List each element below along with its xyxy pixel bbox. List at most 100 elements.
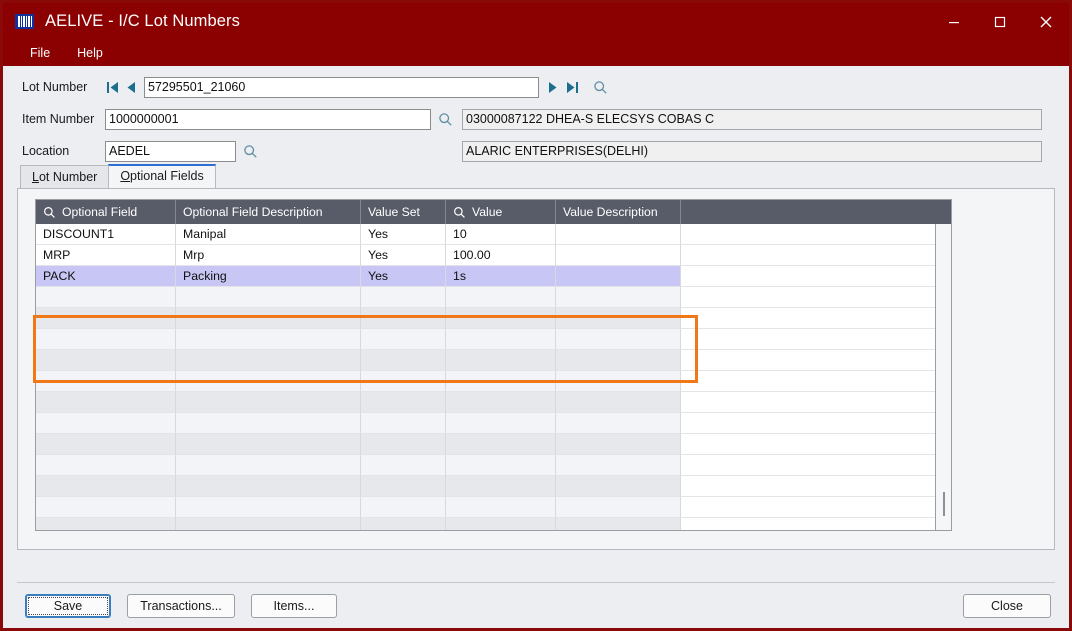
grid-cell-optional-field[interactable]	[36, 476, 176, 497]
grid-cell-value-set[interactable]	[361, 434, 446, 455]
grid-header-value-set[interactable]: Value Set	[361, 200, 446, 224]
lot-number-finder-magnifier-icon[interactable]	[593, 80, 608, 95]
grid-cell-value-description[interactable]	[556, 455, 681, 476]
table-row-empty[interactable]	[36, 455, 951, 476]
grid-cell-value[interactable]	[446, 497, 556, 518]
close-button[interactable]: Close	[963, 594, 1051, 618]
maximize-icon[interactable]	[977, 3, 1023, 40]
grid-header-optional-field-description[interactable]: Optional Field Description	[176, 200, 361, 224]
grid-cell-value[interactable]	[446, 308, 556, 329]
menu-item-file[interactable]: File	[19, 44, 61, 62]
grid-cell-description[interactable]: Manipal	[176, 224, 361, 245]
grid-cell-optional-field[interactable]	[36, 455, 176, 476]
close-icon[interactable]	[1023, 3, 1069, 40]
nav-first-icon[interactable]	[107, 81, 119, 94]
grid-cell-value[interactable]: 100.00	[446, 245, 556, 266]
grid-cell-value-set[interactable]	[361, 497, 446, 518]
grid-cell-description[interactable]	[176, 413, 361, 434]
grid-cell-value[interactable]	[446, 350, 556, 371]
save-button[interactable]: Save	[25, 594, 111, 618]
grid-cell-value-description[interactable]	[556, 476, 681, 497]
grid-cell-optional-field[interactable]	[36, 371, 176, 392]
grid-cell-optional-field[interactable]	[36, 287, 176, 308]
nav-previous-icon[interactable]	[126, 81, 136, 94]
grid-cell-description[interactable]	[176, 287, 361, 308]
grid-cell-description[interactable]	[176, 350, 361, 371]
grid-cell-value-set[interactable]	[361, 350, 446, 371]
grid-cell-value-set[interactable]	[361, 518, 446, 531]
grid-cell-value-set[interactable]	[361, 476, 446, 497]
grid-cell-description[interactable]	[176, 392, 361, 413]
grid-cell-value-description[interactable]	[556, 329, 681, 350]
table-row-empty[interactable]	[36, 287, 951, 308]
grid-cell-value-description[interactable]	[556, 497, 681, 518]
grid-cell-description[interactable]: Mrp	[176, 245, 361, 266]
grid-cell-description[interactable]	[176, 434, 361, 455]
grid-cell-description[interactable]: Packing	[176, 266, 361, 287]
grid-cell-value-set[interactable]	[361, 392, 446, 413]
grid-cell-value-set[interactable]	[361, 413, 446, 434]
table-row-empty[interactable]	[36, 392, 951, 413]
table-row-empty[interactable]	[36, 413, 951, 434]
table-row-empty[interactable]	[36, 434, 951, 455]
grid-cell-description[interactable]	[176, 455, 361, 476]
nav-next-icon[interactable]	[548, 81, 558, 94]
grid-cell-description[interactable]	[176, 308, 361, 329]
grid-cell-optional-field[interactable]	[36, 518, 176, 531]
table-row[interactable]: MRPMrpYes100.00	[36, 245, 951, 266]
grid-cell-value-set[interactable]: Yes	[361, 266, 446, 287]
grid-cell-value-set[interactable]	[361, 371, 446, 392]
menu-item-help[interactable]: Help	[66, 44, 114, 62]
grid-cell-value[interactable]	[446, 476, 556, 497]
minimize-icon[interactable]	[931, 3, 977, 40]
grid-cell-optional-field[interactable]	[36, 350, 176, 371]
grid-cell-description[interactable]	[176, 476, 361, 497]
grid-cell-value-description[interactable]	[556, 266, 681, 287]
grid-cell-description[interactable]	[176, 518, 361, 531]
grid-cell-value[interactable]	[446, 329, 556, 350]
grid-cell-optional-field[interactable]	[36, 434, 176, 455]
grid-cell-description[interactable]	[176, 497, 361, 518]
grid-cell-value-description[interactable]	[556, 224, 681, 245]
transactions-button[interactable]: Transactions...	[127, 594, 235, 618]
grid-cell-optional-field[interactable]	[36, 392, 176, 413]
location-finder-magnifier-icon[interactable]	[243, 144, 258, 159]
grid-cell-value-set[interactable]	[361, 308, 446, 329]
grid-cell-value[interactable]	[446, 413, 556, 434]
table-row-empty[interactable]	[36, 476, 951, 497]
items-button[interactable]: Items...	[251, 594, 337, 618]
grid-cell-optional-field[interactable]	[36, 308, 176, 329]
grid-resize-handle[interactable]	[935, 224, 951, 530]
tab-lot-number[interactable]: Lot Number	[20, 165, 109, 188]
grid-cell-value-description[interactable]	[556, 413, 681, 434]
grid-cell-value-set[interactable]: Yes	[361, 224, 446, 245]
table-row-empty[interactable]	[36, 308, 951, 329]
grid-cell-value[interactable]	[446, 434, 556, 455]
grid-cell-value-description[interactable]	[556, 518, 681, 531]
table-row-empty[interactable]	[36, 350, 951, 371]
grid-cell-description[interactable]	[176, 371, 361, 392]
grid-cell-value[interactable]	[446, 392, 556, 413]
grid-cell-value[interactable]: 10	[446, 224, 556, 245]
grid-cell-value-description[interactable]	[556, 308, 681, 329]
item-number-finder-magnifier-icon[interactable]	[438, 112, 453, 127]
grid-cell-value[interactable]	[446, 455, 556, 476]
grid-cell-optional-field[interactable]: DISCOUNT1	[36, 224, 176, 245]
grid-cell-optional-field[interactable]	[36, 497, 176, 518]
location-input[interactable]: AEDEL	[105, 141, 236, 162]
nav-last-icon[interactable]	[566, 81, 578, 94]
grid-cell-description[interactable]	[176, 329, 361, 350]
grid-cell-value-set[interactable]	[361, 329, 446, 350]
grid-cell-value-description[interactable]	[556, 371, 681, 392]
table-row[interactable]: PACKPackingYes1s	[36, 266, 951, 287]
grid-cell-value-description[interactable]	[556, 350, 681, 371]
table-row-empty[interactable]	[36, 497, 951, 518]
grid-header-value[interactable]: Value	[446, 200, 556, 224]
tab-optional-fields[interactable]: Optional Fields	[108, 164, 215, 188]
grid-cell-value-description[interactable]	[556, 434, 681, 455]
table-row-empty[interactable]	[36, 329, 951, 350]
grid-cell-value-set[interactable]	[361, 287, 446, 308]
grid-header-value-description[interactable]: Value Description	[556, 200, 681, 224]
grid-cell-optional-field[interactable]: PACK	[36, 266, 176, 287]
table-row[interactable]: DISCOUNT1ManipalYes10	[36, 224, 951, 245]
